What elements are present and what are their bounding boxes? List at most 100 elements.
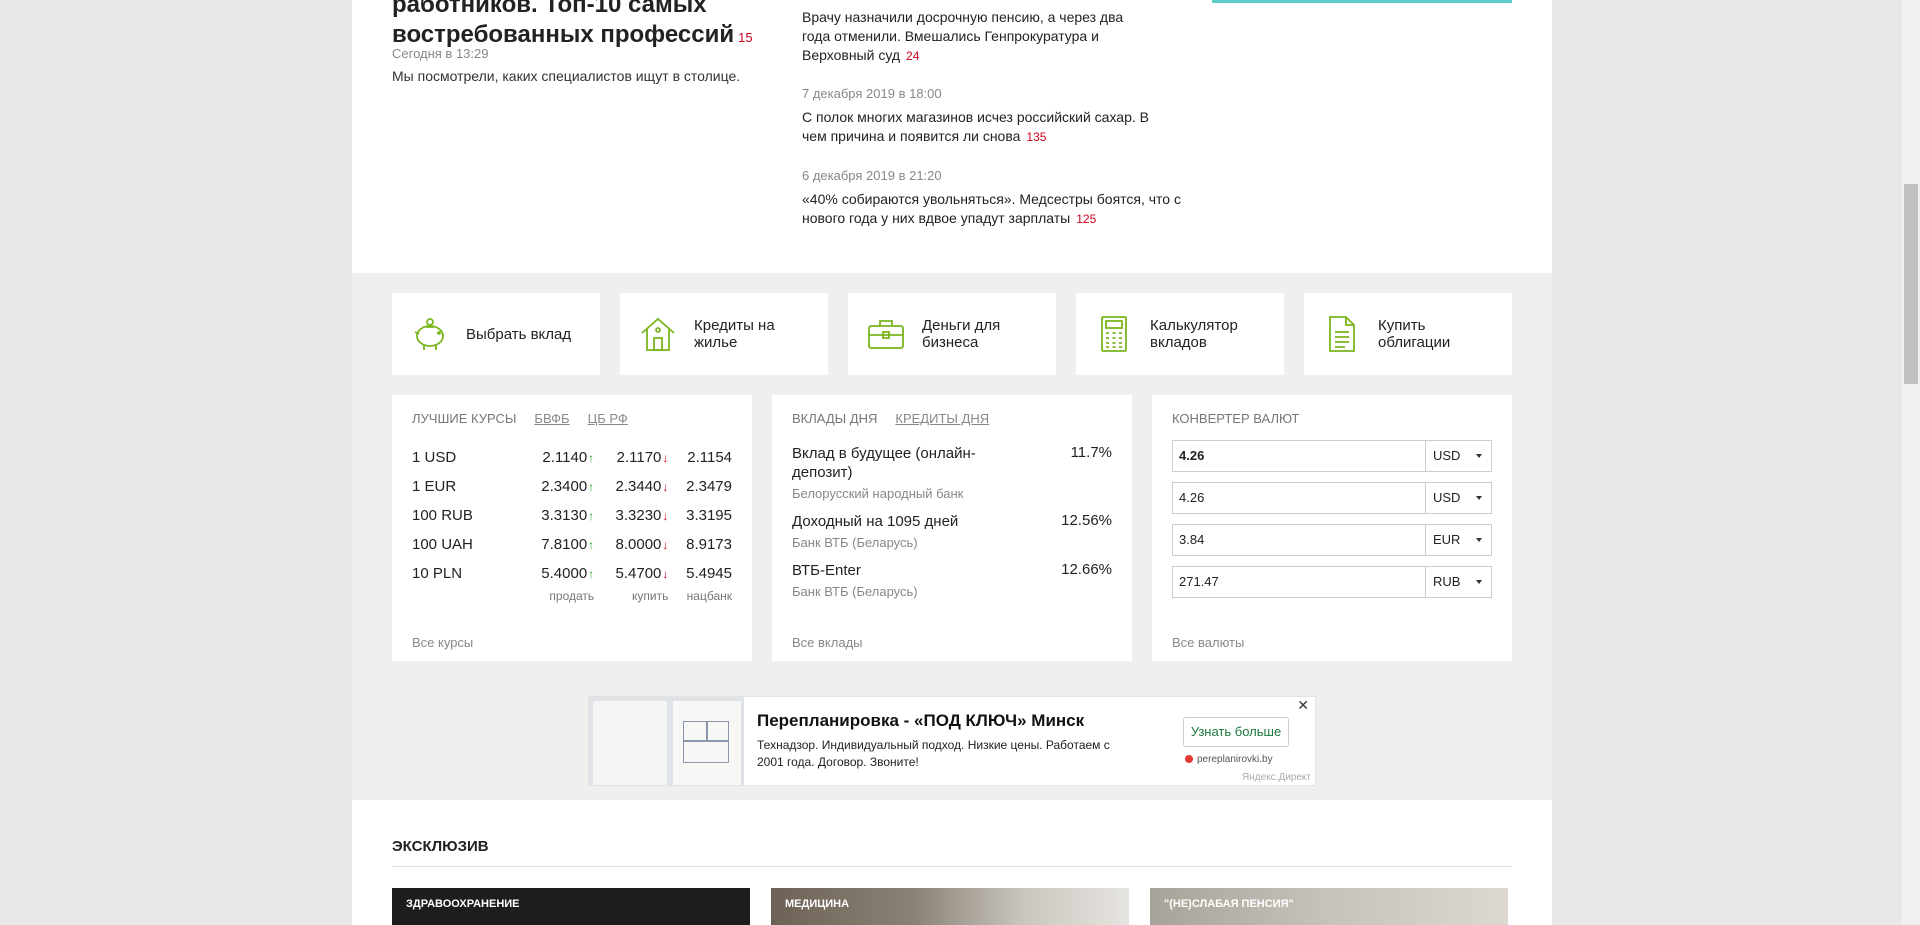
tile-label: Калькулятор вкладов bbox=[1150, 317, 1238, 351]
rate-nb: 2.1154 bbox=[687, 449, 732, 466]
currency-select[interactable]: RUB bbox=[1426, 566, 1492, 598]
rate-nb: 8.9173 bbox=[686, 536, 732, 553]
tab-credits-of-day[interactable]: КРЕДИТЫ ДНЯ bbox=[895, 411, 989, 426]
rate-currency: 1 EUR bbox=[412, 478, 457, 495]
news-section: работников. Топ-10 самых востребованных … bbox=[352, 0, 1552, 273]
comment-count[interactable]: 135 bbox=[1026, 130, 1046, 144]
tile-choose-deposit[interactable]: Выбрать вклад bbox=[392, 293, 600, 375]
deposit-name: Доходный на 1095 дней bbox=[792, 513, 959, 530]
news-item-text: «40% собираются увольняться». Медсестры … bbox=[802, 191, 1181, 226]
converter-panel: КОНВЕРТЕР ВАЛЮТ 4.26 USD 4.26 USD 3.84 E… bbox=[1152, 395, 1512, 661]
rates-panel: ЛУЧШИЕ КУРСЫ БВФБ ЦБ РФ 1 USD 2.1140↑ 2.11… bbox=[392, 395, 752, 661]
tab-best-rates[interactable]: ЛУЧШИЕ КУРСЫ bbox=[412, 411, 516, 426]
deposit-item[interactable]: Доходный на 1095 дней Банк ВТБ (Беларусь)… bbox=[792, 512, 1112, 550]
comment-count[interactable]: 125 bbox=[1076, 212, 1096, 226]
ad-title[interactable]: Перепланировка - «ПОД КЛЮЧ» Минск bbox=[757, 711, 1084, 731]
tile-buy-bonds[interactable]: Купить облигации bbox=[1304, 293, 1512, 375]
rate-nb: 3.3195 bbox=[686, 507, 732, 524]
deposit-item[interactable]: ВТБ-Enter Банк ВТБ (Беларусь) 12.66% bbox=[792, 561, 1112, 599]
rate-buy: 2.3440 bbox=[615, 478, 662, 495]
amount-input[interactable]: 4.26 bbox=[1172, 440, 1426, 472]
exclusive-card[interactable]: "(НЕ)СЛАБАЯ ПЕНСИЯ" bbox=[1150, 888, 1508, 925]
tile-label: Купить облигации bbox=[1378, 317, 1451, 351]
deposit-bank: Белорусский народный банк bbox=[792, 486, 964, 501]
deposit-item[interactable]: Вклад в будущее (онлайн-депозит) Белорусс… bbox=[792, 444, 1112, 501]
rate-currency: 10 PLN bbox=[412, 565, 463, 582]
ad-domain-text: pereplanirovki.by bbox=[1197, 754, 1273, 765]
rate-row[interactable]: 100 UAH 7.8100↑ 8.0000↓ 8.9173 bbox=[412, 530, 732, 559]
divider bbox=[392, 866, 1512, 867]
title-line-2: востребованных профессий bbox=[392, 21, 735, 48]
calculator-icon bbox=[1101, 316, 1127, 352]
news-item[interactable]: 6 декабря 2019 в 21:20 «40% собираются у… bbox=[802, 168, 1182, 229]
tile-label: Кредиты на жилье bbox=[694, 317, 775, 351]
rate-currency: 100 UAH bbox=[412, 536, 473, 553]
currency-select[interactable]: USD bbox=[1426, 482, 1492, 514]
tile-label: Выбрать вклад bbox=[466, 325, 572, 343]
rate-row[interactable]: 1 EUR 2.3400↑ 2.3440↓ 2.3479 bbox=[412, 472, 732, 501]
piggy-bank-icon bbox=[414, 318, 444, 350]
rate-row[interactable]: 100 RUB 3.3130↑ 3.3230↓ 3.3195 bbox=[412, 501, 732, 530]
rate-sell: 3.3130 bbox=[541, 507, 588, 524]
rate-buy: 8.0000 bbox=[615, 536, 662, 553]
comment-count[interactable]: 24 bbox=[906, 49, 919, 63]
all-currencies-link[interactable]: Все валюты bbox=[1172, 635, 1244, 650]
rate-sell: 5.4000 bbox=[541, 565, 588, 582]
deposits-list: Вклад в будущее (онлайн-депозит) Белорусс… bbox=[792, 444, 1112, 599]
card-category: ЗДРАВООХРАНЕНИЕ bbox=[406, 898, 520, 910]
news-item-text: С полок многих магазинов исчез российски… bbox=[802, 109, 1149, 144]
comment-count[interactable]: 15 bbox=[738, 30, 752, 45]
amount-input[interactable]: 4.26 bbox=[1172, 482, 1426, 514]
house-icon bbox=[641, 317, 675, 351]
tab-bvfb[interactable]: БВФБ bbox=[534, 411, 569, 426]
exclusive-card[interactable]: ЗДРАВООХРАНЕНИЕ bbox=[392, 888, 750, 925]
article-lead: Мы посмотрели, каких специалистов ищут в… bbox=[392, 68, 741, 84]
converter-rows: 4.26 USD 4.26 USD 3.84 EUR 271.47 RUB bbox=[1172, 440, 1492, 598]
scrollbar[interactable] bbox=[1902, 0, 1920, 925]
deposit-rate: 12.66% bbox=[1061, 561, 1112, 578]
tile-housing-credit[interactable]: Кредиты на жилье bbox=[620, 293, 828, 375]
currency-select[interactable]: EUR bbox=[1426, 524, 1492, 556]
rate-row[interactable]: 1 USD 2.1140↑ 2.1170↓ 2.1154 bbox=[412, 443, 732, 472]
deposits-panel: ВКЛАДЫ ДНЯ КРЕДИТЫ ДНЯ Вклад в будущее (… bbox=[772, 395, 1132, 661]
ad-image bbox=[589, 697, 744, 785]
currency-select[interactable]: USD bbox=[1426, 440, 1492, 472]
all-rates-link[interactable]: Все курсы bbox=[412, 635, 473, 650]
exclusive-card[interactable]: МЕДИЦИНА bbox=[771, 888, 1129, 925]
scrollbar-thumb[interactable] bbox=[1904, 184, 1918, 384]
news-item[interactable]: 7 декабря 2019 в 18:00 С полок многих ма… bbox=[802, 86, 1182, 147]
rate-row[interactable]: 10 PLN 5.4000↑ 5.4700↓ 5.4945 bbox=[412, 559, 732, 588]
ad-learn-more-button[interactable]: Узнать больше bbox=[1183, 717, 1289, 747]
converter-row: 271.47 RUB bbox=[1172, 566, 1492, 598]
ad-domain[interactable]: pereplanirovki.by bbox=[1185, 754, 1273, 765]
rate-nb: 2.3479 bbox=[686, 478, 732, 495]
card-category: МЕДИЦИНА bbox=[785, 898, 850, 910]
amount-input[interactable]: 3.84 bbox=[1172, 524, 1426, 556]
tile-business-money[interactable]: Деньги для бизнеса bbox=[848, 293, 1056, 375]
tab-deposits-of-day[interactable]: ВКЛАДЫ ДНЯ bbox=[792, 411, 877, 426]
exclusive-section: ЭКСКЛЮЗИВ ЗДРАВООХРАНЕНИЕ МЕДИЦИНА "(НЕ)… bbox=[352, 800, 1552, 925]
amount-input[interactable]: 271.47 bbox=[1172, 566, 1426, 598]
briefcase-icon bbox=[868, 320, 904, 349]
document-icon bbox=[1329, 316, 1355, 352]
ad-banner[interactable]: Перепланировка - «ПОД КЛЮЧ» Минск Технад… bbox=[588, 696, 1316, 786]
all-deposits-link[interactable]: Все вклады bbox=[792, 635, 863, 650]
card-category: "(НЕ)СЛАБАЯ ПЕНСИЯ" bbox=[1164, 898, 1294, 910]
converter-row: 4.26 USD bbox=[1172, 482, 1492, 514]
rate-sell: 2.1140 bbox=[542, 449, 588, 466]
news-item[interactable]: Врачу назначили досрочную пенсию, а чере… bbox=[802, 8, 1182, 66]
rates-table: 1 USD 2.1140↑ 2.1170↓ 2.1154 1 EUR 2.3400↑ 2.… bbox=[412, 443, 732, 603]
news-item-date: 6 декабря 2019 в 21:20 bbox=[802, 168, 942, 183]
tile-deposit-calculator[interactable]: Калькулятор вкладов bbox=[1076, 293, 1284, 375]
caption-buy: купить bbox=[632, 589, 669, 603]
converter-title: КОНВЕРТЕР ВАЛЮТ bbox=[1172, 411, 1300, 426]
finance-section: Выбрать вклад Кредиты на жилье Деньги дл… bbox=[352, 273, 1552, 800]
tab-cb-rf[interactable]: ЦБ РФ bbox=[588, 411, 628, 426]
deposit-bank: Банк ВТБ (Беларусь) bbox=[792, 584, 918, 599]
close-icon[interactable]: ✕ bbox=[1297, 697, 1309, 714]
deposit-rate: 12.56% bbox=[1061, 512, 1112, 529]
rate-buy: 5.4700 bbox=[615, 565, 662, 582]
caption-nb: нацбанк bbox=[686, 589, 732, 603]
news-item-date: 7 декабря 2019 в 18:00 bbox=[802, 86, 942, 101]
site-dot-icon bbox=[1185, 755, 1193, 763]
